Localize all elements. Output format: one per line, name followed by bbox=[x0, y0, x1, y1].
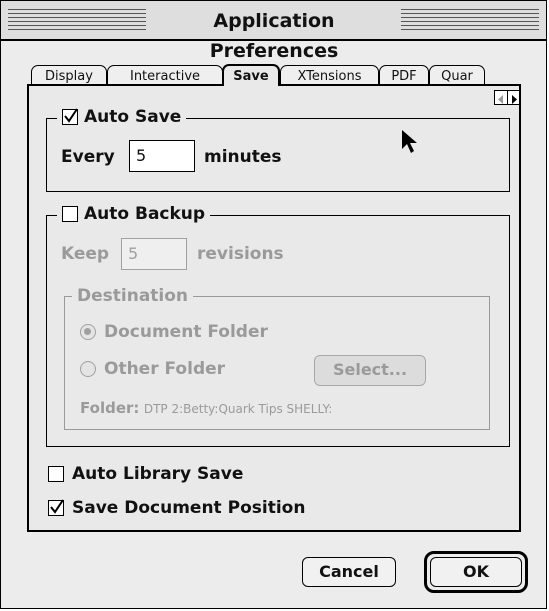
auto-save-unit-label: minutes bbox=[204, 147, 282, 167]
other-folder-radio-icon[interactable] bbox=[80, 361, 96, 377]
save-document-position-row[interactable]: Save Document Position bbox=[48, 498, 305, 518]
tab-display[interactable]: Display bbox=[31, 65, 107, 86]
auto-backup-label[interactable]: Auto Backup bbox=[84, 203, 205, 225]
ok-button[interactable]: OK bbox=[430, 557, 522, 587]
destination-label: Destination bbox=[77, 286, 189, 306]
tab-pdf[interactable]: PDF bbox=[379, 65, 429, 86]
title-bar[interactable]: Application Preferences bbox=[1, 1, 546, 62]
document-folder-radio-icon[interactable] bbox=[80, 324, 96, 340]
tab-scroll-right-icon[interactable] bbox=[508, 91, 520, 104]
tab-scroll-arrows bbox=[494, 90, 520, 105]
tab-quark[interactable]: Quar bbox=[429, 65, 485, 86]
tab-interactive[interactable]: Interactive bbox=[107, 65, 223, 86]
destination-legend: Destination bbox=[72, 285, 194, 307]
tab-save[interactable]: Save bbox=[222, 64, 280, 86]
title-bar-stripes-left bbox=[8, 9, 146, 31]
mouse-pointer-icon bbox=[402, 130, 417, 153]
auto-backup-legend: Auto Backup bbox=[57, 203, 211, 225]
auto-library-save-checkbox[interactable] bbox=[48, 466, 64, 482]
auto-library-save-label[interactable]: Auto Library Save bbox=[72, 464, 243, 484]
auto-save-legend: Auto Save bbox=[57, 106, 187, 128]
title-bar-stripes-right bbox=[401, 9, 539, 31]
cancel-button[interactable]: Cancel bbox=[302, 557, 396, 587]
save-document-position-label[interactable]: Save Document Position bbox=[72, 498, 305, 518]
document-folder-label: Document Folder bbox=[104, 322, 268, 342]
radio-other-folder[interactable]: Other Folder bbox=[80, 359, 225, 379]
folder-path-row: Folder: DTP 2:Betty:Quark Tips SHELLY: bbox=[80, 399, 332, 417]
tab-scroll-left-icon[interactable] bbox=[495, 91, 508, 104]
folder-label: Folder: bbox=[80, 399, 140, 417]
select-folder-button[interactable]: Select... bbox=[314, 355, 426, 386]
auto-backup-unit-label: revisions bbox=[197, 244, 284, 264]
save-document-position-checkbox[interactable] bbox=[48, 499, 64, 516]
auto-backup-keep-label: Keep bbox=[61, 244, 110, 264]
auto-library-save-row[interactable]: Auto Library Save bbox=[48, 464, 243, 484]
auto-save-minutes-input[interactable]: 5 bbox=[129, 140, 195, 172]
tab-xtensions[interactable]: XTensions bbox=[280, 65, 379, 86]
auto-save-label[interactable]: Auto Save bbox=[84, 106, 181, 128]
other-folder-label: Other Folder bbox=[104, 359, 226, 379]
auto-save-every-label: Every bbox=[61, 147, 115, 167]
window-title: Application Preferences bbox=[149, 6, 399, 62]
auto-backup-revisions-input[interactable]: 5 bbox=[121, 238, 187, 270]
radio-document-folder[interactable]: Document Folder bbox=[80, 322, 268, 342]
folder-path: DTP 2:Betty:Quark Tips SHELLY: bbox=[143, 402, 333, 416]
auto-save-checkbox[interactable] bbox=[62, 108, 78, 125]
auto-backup-checkbox[interactable] bbox=[62, 206, 78, 222]
